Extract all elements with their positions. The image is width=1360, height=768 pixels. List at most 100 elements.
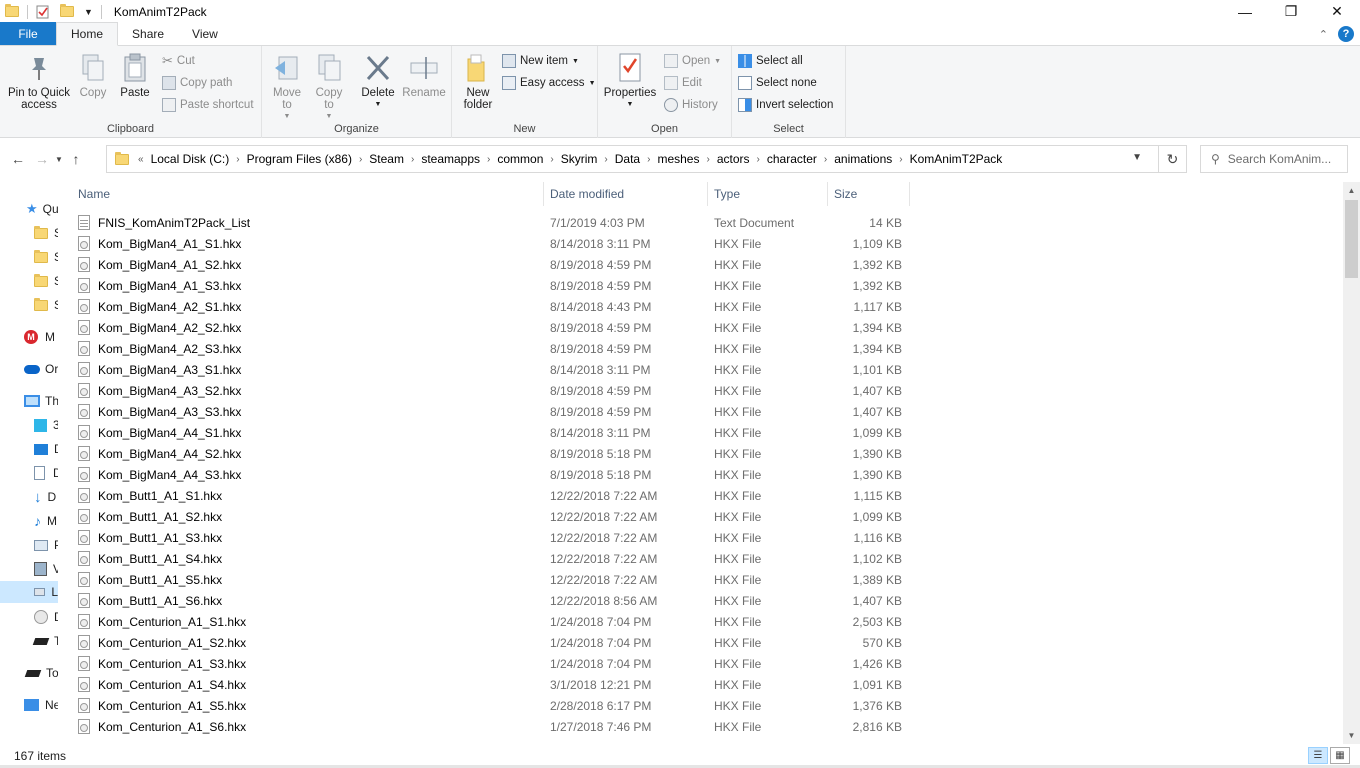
breadcrumb-item[interactable]: Steam: [365, 152, 408, 166]
file-name-cell[interactable]: FNIS_KomAnimT2Pack_List: [78, 212, 250, 233]
table-row[interactable]: Kom_BigMan4_A4_S2.hkx 8/19/2018 5:18 PM HK…: [60, 443, 910, 464]
help-icon[interactable]: ?: [1338, 26, 1354, 42]
collapse-ribbon-icon[interactable]: ⌃: [1319, 28, 1328, 41]
new-folder-icon[interactable]: [60, 4, 74, 17]
file-name-cell[interactable]: Kom_BigMan4_A1_S1.hkx: [78, 233, 241, 254]
breadcrumb-item[interactable]: steamapps: [417, 152, 484, 166]
nav-item-this-pc[interactable]: Th: [24, 390, 58, 412]
nav-item-music[interactable]: ♪ M: [34, 510, 57, 532]
nav-item-desktop[interactable]: D: [34, 438, 58, 460]
table-row[interactable]: Kom_BigMan4_A3_S1.hkx 8/14/2018 3:11 PM HK…: [60, 359, 910, 380]
nav-item-drive-2[interactable]: To: [24, 662, 58, 684]
chevron-right-icon[interactable]: ›: [484, 154, 493, 165]
file-name-cell[interactable]: Kom_Centurion_A1_S5.hkx: [78, 695, 246, 716]
table-row[interactable]: Kom_Butt1_A1_S5.hkx 12/22/2018 7:22 AM HKX…: [60, 569, 910, 590]
table-row[interactable]: Kom_BigMan4_A4_S1.hkx 8/14/2018 3:11 PM HK…: [60, 422, 910, 443]
recent-locations-icon[interactable]: ▼: [52, 155, 66, 164]
table-row[interactable]: Kom_BigMan4_A3_S2.hkx 8/19/2018 4:59 PM HK…: [60, 380, 910, 401]
restore-icon[interactable]: ❐: [1268, 0, 1314, 23]
nav-item-videos[interactable]: V: [34, 558, 58, 580]
properties-check-icon[interactable]: [36, 5, 50, 19]
nav-item-pinned-folder[interactable]: S: [34, 222, 58, 244]
table-row[interactable]: Kom_Centurion_A1_S6.hkx 1/27/2018 7:46 PM…: [60, 716, 910, 737]
table-row[interactable]: Kom_Butt1_A1_S1.hkx 12/22/2018 7:22 AM HKX…: [60, 485, 910, 506]
pin-quick-access-button[interactable]: Pin to Quick access: [6, 52, 72, 111]
chevron-right-icon[interactable]: ›: [754, 154, 763, 165]
paste-button[interactable]: Paste: [118, 52, 152, 99]
minimize-icon[interactable]: —: [1222, 0, 1268, 23]
file-name-cell[interactable]: Kom_Centurion_A1_S6.hkx: [78, 716, 246, 737]
new-folder-button[interactable]: New folder: [460, 52, 496, 111]
chevron-right-icon[interactable]: ›: [601, 154, 610, 165]
column-header-size[interactable]: Size: [828, 182, 910, 206]
nav-item-local-disk[interactable]: L: [0, 581, 58, 603]
breadcrumb-item-current[interactable]: KomAnimT2Pack: [906, 152, 1007, 166]
paste-shortcut-button[interactable]: Paste shortcut: [162, 95, 254, 115]
tab-file[interactable]: File: [0, 22, 56, 45]
table-row[interactable]: Kom_Butt1_A1_S2.hkx 12/22/2018 7:22 AM HKX…: [60, 506, 910, 527]
tab-home[interactable]: Home: [56, 22, 119, 46]
file-name-cell[interactable]: Kom_BigMan4_A2_S3.hkx: [78, 338, 241, 359]
file-name-cell[interactable]: Kom_Butt1_A1_S5.hkx: [78, 569, 222, 590]
breadcrumb-item[interactable]: animations: [830, 152, 896, 166]
move-to-button[interactable]: Move to ▼: [270, 52, 304, 123]
select-all-button[interactable]: Select all: [738, 51, 803, 71]
file-name-cell[interactable]: Kom_BigMan4_A3_S3.hkx: [78, 401, 241, 422]
table-row[interactable]: FNIS_KomAnimT2Pack_List 7/1/2019 4:03 PM T…: [60, 212, 910, 233]
file-name-cell[interactable]: Kom_BigMan4_A4_S1.hkx: [78, 422, 241, 443]
file-name-cell[interactable]: Kom_Butt1_A1_S2.hkx: [78, 506, 222, 527]
table-row[interactable]: Kom_Centurion_A1_S2.hkx 1/24/2018 7:04 PM…: [60, 632, 910, 653]
nav-item-mega[interactable]: MM: [24, 326, 55, 348]
breadcrumb-item[interactable]: Program Files (x86): [243, 152, 356, 166]
search-box[interactable]: ⚲ Search KomAnim...: [1200, 145, 1348, 173]
nav-item-pinned-folder[interactable]: S: [34, 294, 58, 316]
nav-item-pictures[interactable]: P: [34, 534, 58, 556]
chevron-right-icon[interactable]: ›: [644, 154, 653, 165]
open-button[interactable]: Open ▼: [664, 51, 721, 71]
forward-arrow-icon[interactable]: →: [32, 151, 52, 167]
tab-share[interactable]: Share: [118, 22, 178, 45]
address-dropdown-icon[interactable]: ▼: [1132, 152, 1142, 163]
tab-view[interactable]: View: [178, 22, 232, 45]
table-row[interactable]: Kom_Butt1_A1_S6.hkx 12/22/2018 8:56 AM HKX…: [60, 590, 910, 611]
table-row[interactable]: Kom_Centurion_A1_S4.hkx 3/1/2018 12:21 PM…: [60, 674, 910, 695]
table-row[interactable]: Kom_Centurion_A1_S5.hkx 2/28/2018 6:17 PM…: [60, 695, 910, 716]
edit-button[interactable]: Edit: [664, 73, 702, 93]
file-name-cell[interactable]: Kom_Butt1_A1_S3.hkx: [78, 527, 222, 548]
table-row[interactable]: Kom_Butt1_A1_S3.hkx 12/22/2018 7:22 AM HKX…: [60, 527, 910, 548]
up-arrow-icon[interactable]: ↑: [66, 151, 86, 167]
chevron-right-icon[interactable]: ›: [703, 154, 712, 165]
table-row[interactable]: Kom_BigMan4_A1_S3.hkx 8/19/2018 4:59 PM HK…: [60, 275, 910, 296]
file-name-cell[interactable]: Kom_BigMan4_A1_S2.hkx: [78, 254, 241, 275]
back-arrow-icon[interactable]: ←: [8, 151, 28, 167]
column-header-date[interactable]: Date modified: [544, 182, 708, 206]
nav-item-pinned-folder[interactable]: S: [34, 246, 58, 268]
table-row[interactable]: Kom_BigMan4_A3_S3.hkx 8/19/2018 4:59 PM HK…: [60, 401, 910, 422]
invert-selection-button[interactable]: Invert selection: [738, 95, 833, 115]
address-bar[interactable]: « Local Disk (C:) › Program Files (x86) …: [106, 145, 1187, 173]
file-name-cell[interactable]: Kom_BigMan4_A3_S2.hkx: [78, 380, 241, 401]
file-name-cell[interactable]: Kom_Butt1_A1_S6.hkx: [78, 590, 222, 611]
delete-button[interactable]: Delete ▼: [360, 52, 396, 111]
table-row[interactable]: Kom_Centurion_A1_S1.hkx 1/24/2018 7:04 PM…: [60, 611, 910, 632]
table-row[interactable]: Kom_BigMan4_A2_S1.hkx 8/14/2018 4:43 PM HK…: [60, 296, 910, 317]
copy-button[interactable]: Copy: [76, 52, 110, 99]
chevron-right-icon[interactable]: ›: [408, 154, 417, 165]
file-name-cell[interactable]: Kom_Centurion_A1_S1.hkx: [78, 611, 246, 632]
table-row[interactable]: Kom_BigMan4_A1_S2.hkx 8/19/2018 4:59 PM HK…: [60, 254, 910, 275]
scroll-up-icon[interactable]: ▲: [1343, 182, 1360, 199]
nav-item-drive[interactable]: T: [32, 630, 58, 652]
column-header-name[interactable]: Name: [72, 182, 544, 206]
refresh-icon[interactable]: ↻: [1158, 146, 1186, 172]
file-name-cell[interactable]: Kom_Centurion_A1_S3.hkx: [78, 653, 246, 674]
overflow-chevron-icon[interactable]: «: [135, 154, 147, 165]
file-name-cell[interactable]: Kom_Butt1_A1_S1.hkx: [78, 485, 222, 506]
file-name-cell[interactable]: Kom_BigMan4_A4_S2.hkx: [78, 443, 241, 464]
select-none-button[interactable]: Select none: [738, 73, 817, 93]
nav-item-dvd-drive[interactable]: D: [34, 606, 58, 628]
search-input[interactable]: Search KomAnim...: [1228, 152, 1331, 166]
copy-to-button[interactable]: Copy to ▼: [312, 52, 346, 123]
file-name-cell[interactable]: Kom_BigMan4_A2_S2.hkx: [78, 317, 241, 338]
chevron-right-icon[interactable]: ›: [233, 154, 242, 165]
table-row[interactable]: Kom_BigMan4_A2_S2.hkx 8/19/2018 4:59 PM HK…: [60, 317, 910, 338]
